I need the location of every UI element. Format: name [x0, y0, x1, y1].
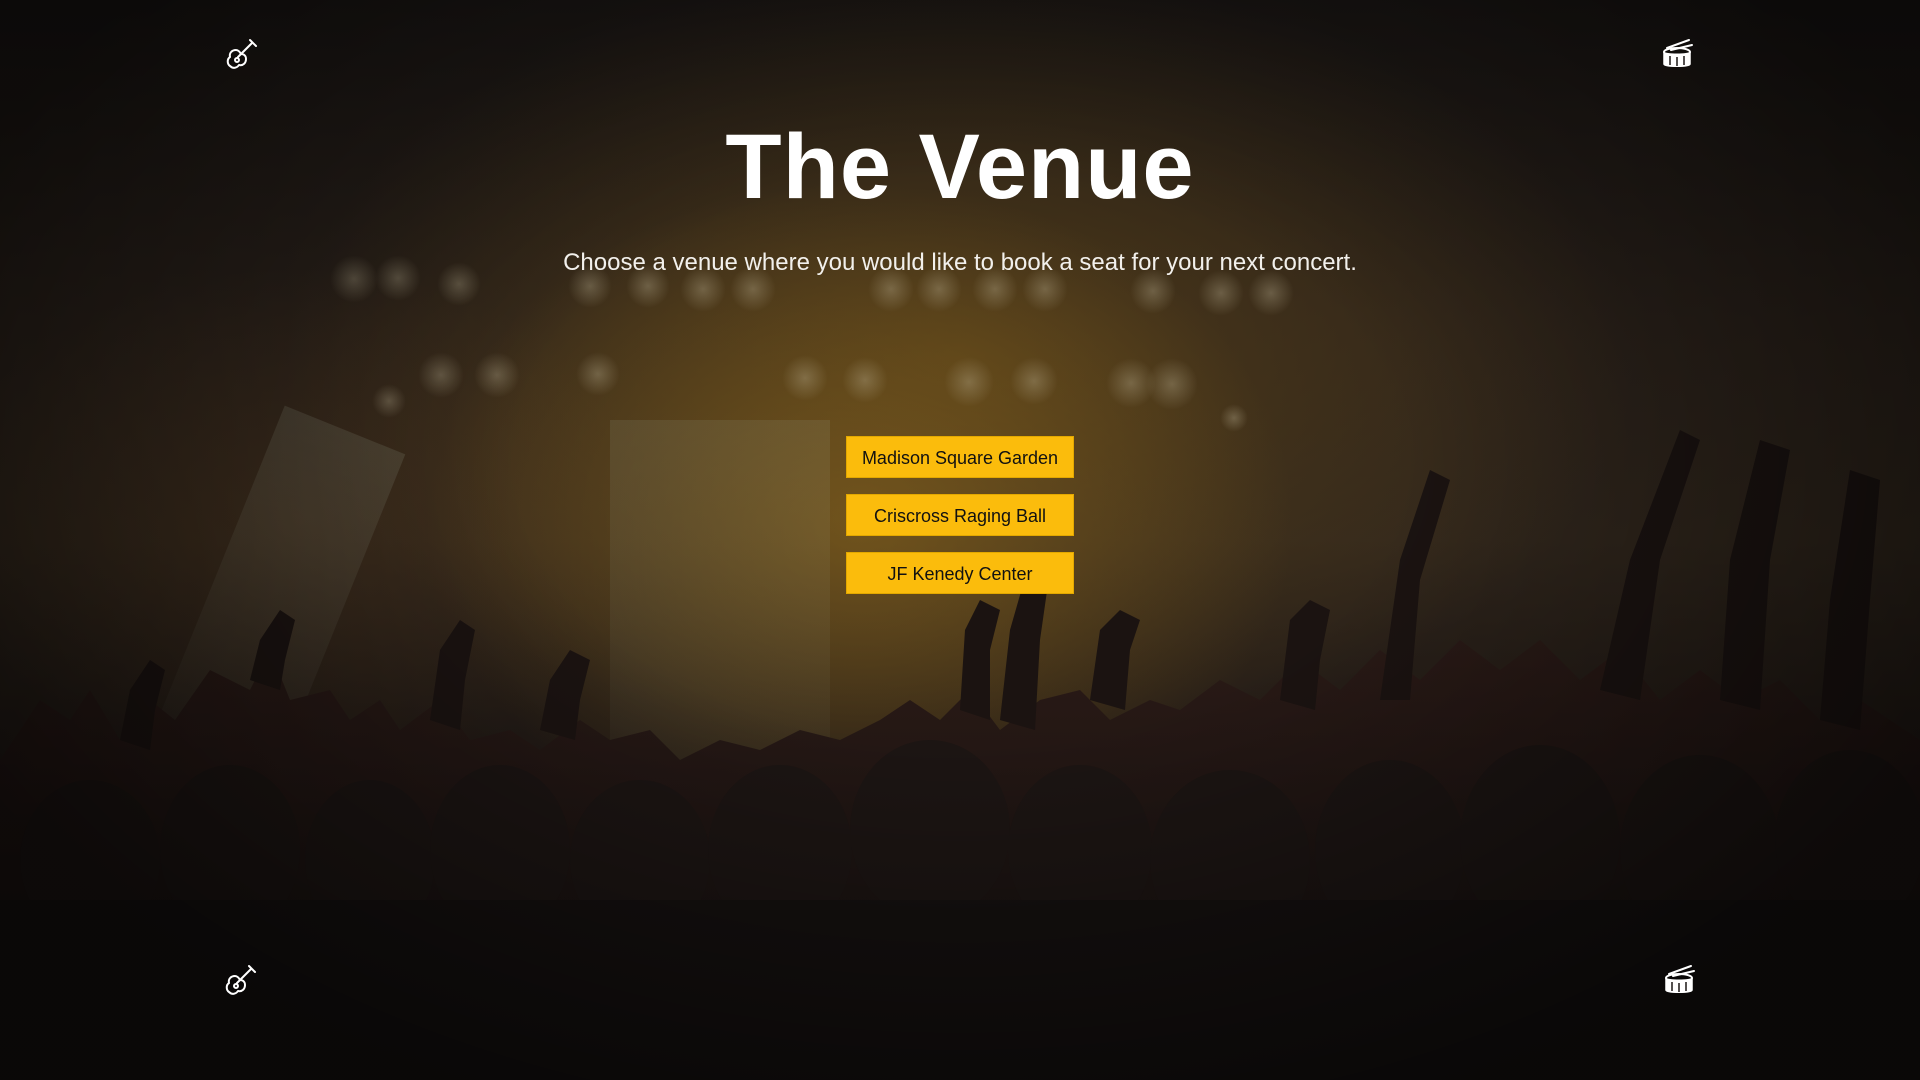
concert-background: The Venue Choose a venue where you would… [0, 0, 1920, 1080]
venue-button-criscross-raging-ball[interactable]: Criscross Raging Ball [846, 494, 1074, 536]
drum-icon [1661, 962, 1697, 998]
venue-button-madison-square-garden[interactable]: Madison Square Garden [846, 436, 1074, 478]
page-title: The Venue [725, 116, 1195, 218]
venue-list: Madison Square Garden Criscross Raging B… [846, 436, 1074, 594]
page-subtitle: Choose a venue where you would like to b… [563, 249, 1357, 276]
drum-icon [1659, 36, 1695, 72]
guitar-icon [223, 962, 259, 998]
venue-button-jf-kenedy-center[interactable]: JF Kenedy Center [846, 552, 1074, 594]
guitar-icon [224, 36, 260, 72]
